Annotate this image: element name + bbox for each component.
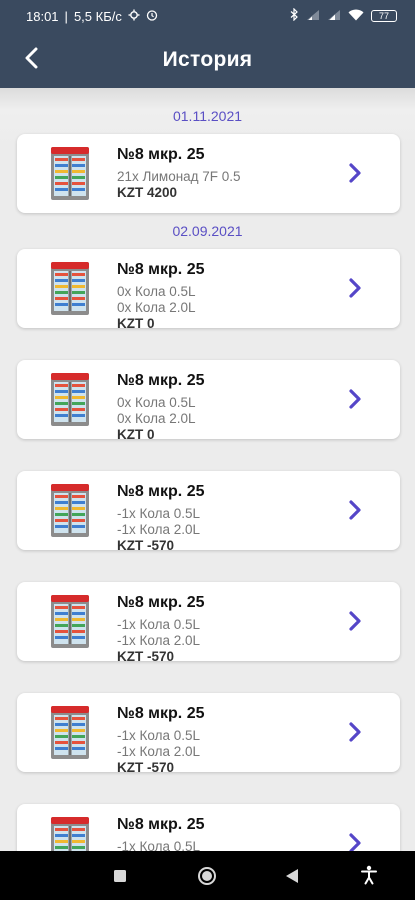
item-location-title: №8 мкр. 25 xyxy=(117,705,205,722)
item-total: KZT 0 xyxy=(117,316,155,331)
status-left: 18:01 | 5,5 КБ/с xyxy=(26,9,158,24)
history-item-card[interactable]: №8 мкр. 25 21x Лимонад 7F 0.5 KZT 4200 xyxy=(17,134,400,213)
history-item-card[interactable]: №8 мкр. 25 0x Кола 0.5L 0x Кола 2.0L KZT 0 xyxy=(17,249,400,331)
square-icon xyxy=(113,870,127,887)
chevron-right-icon xyxy=(348,277,362,299)
status-bar: 18:01 | 5,5 КБ/с 77 xyxy=(0,0,415,32)
status-right: 77 xyxy=(290,7,397,24)
item-total: KZT -570 xyxy=(117,538,175,553)
item-product-line: -1x Кола 0.5L xyxy=(117,506,200,521)
home-button[interactable] xyxy=(197,866,217,891)
item-location-title: №8 мкр. 25 xyxy=(117,261,205,278)
item-product-line: -1x Кола 2.0L xyxy=(117,744,200,759)
history-item-card[interactable]: №8 мкр. 25 0x Кола 0.5L 0x Кола 2.0L KZT 0 xyxy=(17,360,400,442)
battery-icon: 77 xyxy=(371,10,397,22)
history-item-card[interactable]: №8 мкр. 25 -1x Кола 0.5L -1x Кола 2.0L KZT … xyxy=(17,582,400,664)
item-total: KZT 4200 xyxy=(117,185,178,200)
chevron-right-icon xyxy=(348,162,362,184)
date-header: 02.09.2021 xyxy=(172,223,243,239)
alarm-icon xyxy=(146,9,158,24)
signal-icon-2 xyxy=(327,9,341,24)
status-speed: 5,5 КБ/с xyxy=(73,8,122,24)
chevron-right-icon xyxy=(348,832,362,851)
vending-fridge-icon xyxy=(50,483,90,538)
item-location-title: №8 мкр. 25 xyxy=(117,146,205,163)
chevron-right-icon xyxy=(348,388,362,410)
chevron-right-icon xyxy=(348,721,362,743)
vending-fridge-icon xyxy=(50,594,90,649)
chevron-right-icon xyxy=(348,610,362,632)
history-item-card[interactable]: №8 мкр. 25-1x Кола 0.5L-1x Кола 2.0L xyxy=(17,804,400,851)
date-header: 01.11.2021 xyxy=(172,108,243,124)
history-list[interactable]: 01.11.2021 №8 мкр. 25 21x Лимонад 7F 0.5 KZ… xyxy=(0,88,415,851)
vending-fridge-icon xyxy=(50,261,90,316)
triangle-back-icon xyxy=(285,869,299,888)
signal-icon xyxy=(306,9,320,24)
history-item-card[interactable]: №8 мкр. 25 -1x Кола 0.5L -1x Кола 2.0L KZT … xyxy=(17,471,400,553)
item-total: KZT -570 xyxy=(117,649,175,664)
system-back-button[interactable] xyxy=(285,868,299,889)
item-product-line: 0x Кола 0.5L xyxy=(117,395,196,410)
page-title: История xyxy=(162,48,253,71)
history-item-card[interactable]: №8 мкр. 25 -1x Кола 0.5L -1x Кола 2.0L KZT … xyxy=(17,693,400,775)
status-time: 18:01 xyxy=(26,8,59,24)
recents-button[interactable] xyxy=(113,869,127,888)
bluetooth-icon xyxy=(290,7,299,24)
item-location-title: №8 мкр. 25 xyxy=(117,372,205,389)
accessibility-button[interactable] xyxy=(360,865,378,890)
item-product-line: -1x Кола 0.5L xyxy=(117,728,200,743)
item-product-line: 21x Лимонад 7F 0.5 xyxy=(117,169,241,184)
item-location-title: №8 мкр. 25 xyxy=(117,594,205,611)
chevron-right-icon xyxy=(348,499,362,521)
status-separator: | xyxy=(64,8,68,24)
item-total: KZT -570 xyxy=(117,760,175,775)
vending-fridge-icon xyxy=(50,146,90,201)
vending-fridge-icon xyxy=(50,372,90,427)
vending-fridge-icon xyxy=(50,816,90,851)
item-total: KZT 0 xyxy=(117,427,155,442)
circle-icon xyxy=(197,867,217,890)
system-nav-bar xyxy=(0,851,415,900)
item-product-line: -1x Кола 0.5L xyxy=(117,617,200,632)
app-header: История xyxy=(0,32,415,88)
item-location-title: №8 мкр. 25 xyxy=(117,483,205,500)
item-product-line: 0x Кола 2.0L xyxy=(117,300,196,315)
item-product-line: -1x Кола 2.0L xyxy=(117,522,200,537)
wifi-icon xyxy=(348,9,364,24)
item-product-line: -1x Кола 2.0L xyxy=(117,633,200,648)
vending-fridge-icon xyxy=(50,705,90,760)
settings-icon xyxy=(128,9,140,24)
accessibility-icon xyxy=(360,865,378,889)
item-product-line: -1x Кола 0.5L xyxy=(117,839,200,851)
item-location-title: №8 мкр. 25 xyxy=(117,816,205,833)
item-product-line: 0x Кола 2.0L xyxy=(117,411,196,426)
item-product-line: 0x Кола 0.5L xyxy=(117,284,196,299)
